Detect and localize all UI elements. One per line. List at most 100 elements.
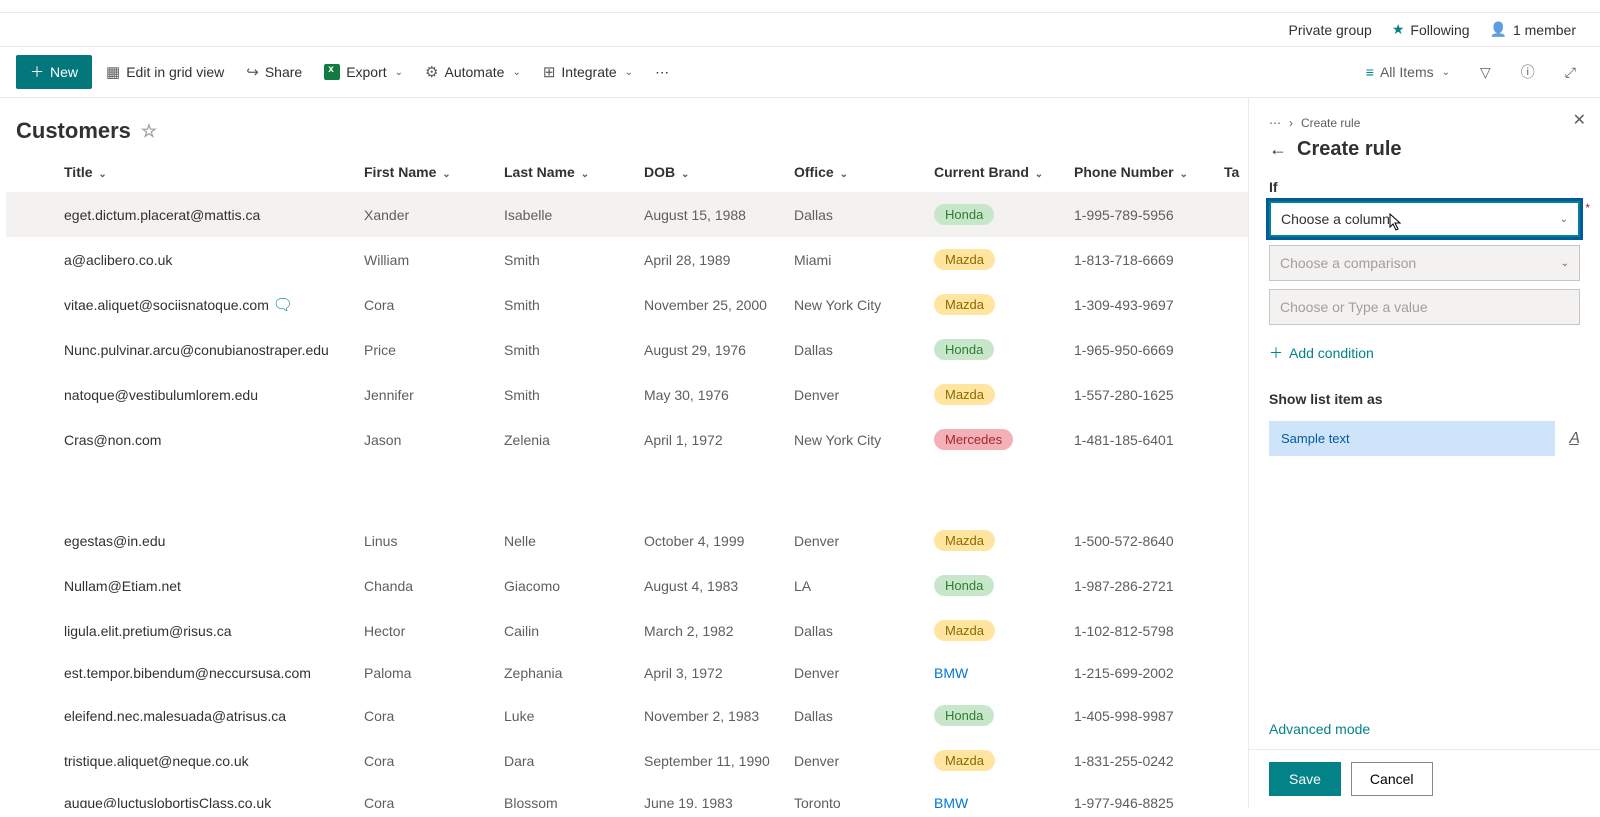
col-lastname[interactable]: Last Name ⌄ <box>496 152 636 192</box>
cell-title[interactable]: augue@luctuslobortisClass.co.uk <box>56 783 356 808</box>
cell-title[interactable]: eget.dictum.placerat@mattis.ca <box>56 192 356 237</box>
brand-pill: Honda <box>934 204 994 225</box>
cell-phone: 1-309-493-9697 <box>1066 282 1216 327</box>
cell-title[interactable]: Cras@non.com <box>56 417 356 462</box>
view-selector[interactable]: ≡ All Items ⌄ <box>1358 58 1458 86</box>
cell-title[interactable]: ligula.elit.pretium@risus.ca <box>56 608 356 653</box>
save-button[interactable]: Save <box>1269 762 1341 796</box>
choose-value-input[interactable]: Choose or Type a value <box>1269 289 1580 325</box>
cell-title[interactable]: a@aclibero.co.uk <box>56 237 356 282</box>
cell-firstname: Jennifer <box>356 372 496 417</box>
cell-phone: 1-977-946-8825 <box>1066 783 1216 808</box>
col-title[interactable]: Title ⌄ <box>56 152 356 192</box>
chevron-down-icon: ⌄ <box>1179 169 1187 180</box>
advanced-mode-link[interactable]: Advanced mode <box>1269 721 1580 737</box>
cell-lastname: Luke <box>496 693 636 738</box>
cell-title[interactable]: egestas@in.edu <box>56 518 356 563</box>
choose-comparison-dropdown[interactable]: Choose a comparison ⌄ <box>1269 245 1580 281</box>
cell-office: New York City <box>786 417 926 462</box>
sample-preview[interactable]: Sample text <box>1269 421 1555 456</box>
cell-dob: August 4, 1983 <box>636 563 786 608</box>
table-row[interactable]: est.tempor.bibendum@neccursusa.com Palom… <box>6 653 1248 693</box>
following-toggle[interactable]: ★ Following <box>1392 21 1470 38</box>
cell-lastname: Dara <box>496 738 636 783</box>
cell-phone: 1-215-699-2002 <box>1066 653 1216 693</box>
automate-button[interactable]: ⚙ Automate ⌄ <box>417 57 529 87</box>
info-button[interactable]: ⓘ <box>1513 56 1543 88</box>
col-firstname[interactable]: First Name ⌄ <box>356 152 496 192</box>
col-phone[interactable]: Phone Number ⌄ <box>1066 152 1216 192</box>
back-arrow-icon[interactable]: ← <box>1269 139 1287 160</box>
cell-dob: August 29, 1976 <box>636 327 786 372</box>
col-dob[interactable]: DOB ⌄ <box>636 152 786 192</box>
overflow-button[interactable]: ⋯ <box>647 58 677 87</box>
cell-office: New York City <box>786 282 926 327</box>
cell-title[interactable]: vitae.aliquet@sociisnatoque.com 🗨 <box>56 282 356 327</box>
table-row[interactable]: natoque@vestibulumlorem.edu Jennifer Smi… <box>6 372 1248 417</box>
cell-title[interactable]: natoque@vestibulumlorem.edu <box>56 372 356 417</box>
user-icon <box>1490 21 1507 38</box>
cell-lastname: Isabelle <box>496 192 636 237</box>
edit-style-icon[interactable]: A̲ <box>1569 430 1580 448</box>
filter-icon: ▽ <box>1480 64 1491 81</box>
cell-phone: 1-965-950-6669 <box>1066 327 1216 372</box>
cell-lastname: Smith <box>496 237 636 282</box>
brand-pill: Mazda <box>934 384 995 405</box>
table-row[interactable]: Cras@non.com Jason Zelenia April 1, 1972… <box>6 417 1248 462</box>
cell-phone: 1-987-286-2721 <box>1066 563 1216 608</box>
close-button[interactable]: ✕ <box>1573 110 1586 130</box>
edit-grid-button[interactable]: ▦ Edit in grid view <box>98 57 232 87</box>
breadcrumb[interactable]: ⋯ › Create rule <box>1269 116 1580 130</box>
cell-firstname: Paloma <box>356 653 496 693</box>
share-button[interactable]: ↪ Share <box>238 57 310 87</box>
brand-pill: Mazda <box>934 620 995 641</box>
table-row[interactable]: vitae.aliquet@sociisnatoque.com 🗨 Cora S… <box>6 282 1248 327</box>
share-icon: ↪ <box>246 63 259 81</box>
cell-lastname: Smith <box>496 327 636 372</box>
integrate-button[interactable]: ⊞ Integrate ⌄ <box>535 57 641 87</box>
cancel-button[interactable]: Cancel <box>1351 762 1433 796</box>
cell-title[interactable]: tristique.aliquet@neque.co.uk <box>56 738 356 783</box>
choose-column-dropdown[interactable]: Choose a column ⌄ <box>1269 201 1580 237</box>
more-icon: ⋯ <box>655 64 669 81</box>
table-row[interactable]: egestas@in.edu Linus Nelle October 4, 19… <box>6 518 1248 563</box>
plus-icon: ＋ <box>1269 343 1283 363</box>
favorite-star-icon[interactable]: ☆ <box>141 121 157 142</box>
table-row[interactable]: a@aclibero.co.uk William Smith April 28,… <box>6 237 1248 282</box>
table-row[interactable]: ligula.elit.pretium@risus.ca Hector Cail… <box>6 608 1248 653</box>
brand-pill: Mercedes <box>934 429 1013 450</box>
col-ta[interactable]: Ta <box>1216 152 1248 192</box>
automate-icon: ⚙ <box>425 63 438 81</box>
cell-title[interactable]: est.tempor.bibendum@neccursusa.com <box>56 653 356 693</box>
table-row[interactable]: Nullam@Etiam.net Chanda Giacomo August 4… <box>6 563 1248 608</box>
table-row[interactable]: tristique.aliquet@neque.co.uk Cora Dara … <box>6 738 1248 783</box>
table-row[interactable]: eleifend.nec.malesuada@atrisus.ca Cora L… <box>6 693 1248 738</box>
cell-title[interactable]: eleifend.nec.malesuada@atrisus.ca <box>56 693 356 738</box>
export-button[interactable]: Export ⌄ <box>316 58 411 86</box>
cell-office: Denver <box>786 653 926 693</box>
cell-office: Dallas <box>786 608 926 653</box>
cell-office: LA <box>786 563 926 608</box>
cell-title[interactable]: Nunc.pulvinar.arcu@conubianostraper.edu <box>56 327 356 372</box>
cell-office: Denver <box>786 372 926 417</box>
cell-office: Denver <box>786 518 926 563</box>
col-office[interactable]: Office ⌄ <box>786 152 926 192</box>
table-row[interactable]: eget.dictum.placerat@mattis.ca Xander Is… <box>6 192 1248 237</box>
expand-button[interactable]: ⤢ <box>1557 58 1584 87</box>
comment-icon[interactable]: 🗨 <box>273 297 293 314</box>
table-row[interactable]: augue@luctuslobortisClass.co.uk Cora Blo… <box>6 783 1248 808</box>
create-rule-panel: ✕ ⋯ › Create rule ← Create rule If Choos… <box>1248 98 1600 808</box>
required-indicator: * <box>1585 201 1590 215</box>
filter-button[interactable]: ▽ <box>1472 58 1499 87</box>
table-row[interactable] <box>6 462 1248 518</box>
list-grid[interactable]: Title ⌄ First Name ⌄ Last Name ⌄ DOB ⌄ O… <box>0 152 1248 808</box>
add-condition-button[interactable]: ＋ Add condition <box>1269 343 1580 363</box>
cell-phone: 1-813-718-6669 <box>1066 237 1216 282</box>
members-link[interactable]: 1 member <box>1490 21 1576 38</box>
cell-brand: BMW <box>926 783 1066 808</box>
cell-title[interactable]: Nullam@Etiam.net <box>56 563 356 608</box>
new-button[interactable]: ＋ New <box>16 55 92 89</box>
cell-brand: Honda <box>926 327 1066 372</box>
table-row[interactable]: Nunc.pulvinar.arcu@conubianostraper.edu … <box>6 327 1248 372</box>
col-brand[interactable]: Current Brand ⌄ <box>926 152 1066 192</box>
